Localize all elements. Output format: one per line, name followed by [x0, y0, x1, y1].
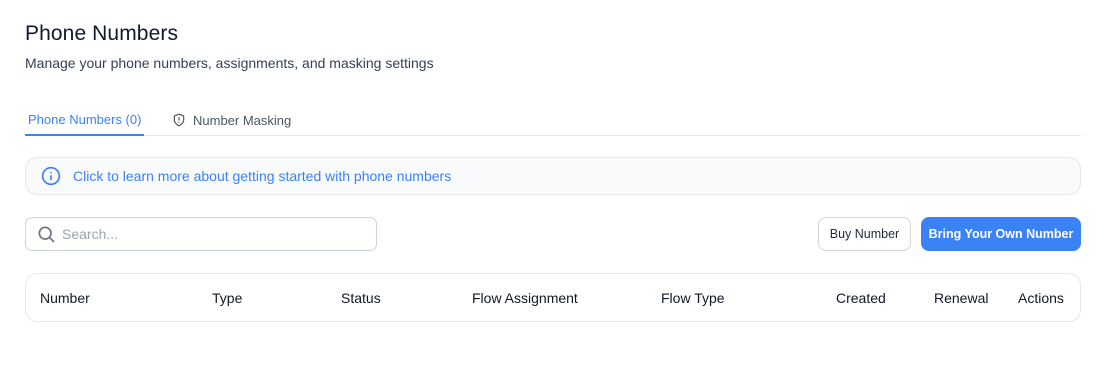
- tab-bar: Phone Numbers (0) Number Masking: [25, 104, 1081, 136]
- shield-icon: [172, 113, 186, 127]
- tab-number-masking[interactable]: Number Masking: [172, 104, 291, 136]
- getting-started-banner[interactable]: Click to learn more about getting starte…: [25, 157, 1081, 195]
- search-input[interactable]: [62, 226, 376, 242]
- column-header-flow-assignment[interactable]: Flow Assignment: [472, 274, 578, 321]
- column-header-actions: Actions: [1018, 289, 1064, 306]
- banner-text: Click to learn more about getting starte…: [73, 168, 452, 184]
- column-header-flow-type[interactable]: Flow Type: [661, 274, 725, 321]
- page-subtitle: Manage your phone numbers, assignments, …: [25, 55, 434, 71]
- buy-number-button[interactable]: Buy Number: [818, 217, 911, 251]
- column-header-number[interactable]: Number: [40, 274, 90, 321]
- search-icon: [36, 224, 56, 244]
- column-header-type[interactable]: Type: [212, 274, 242, 321]
- info-icon: [41, 166, 61, 186]
- tab-label: Number Masking: [193, 112, 292, 128]
- column-header-created[interactable]: Created: [836, 274, 886, 321]
- tab-label: Phone Numbers (0): [28, 111, 142, 127]
- search-box: [25, 217, 377, 251]
- page-title: Phone Numbers: [25, 22, 179, 45]
- bring-your-own-number-button[interactable]: Bring Your Own Number: [921, 217, 1081, 251]
- tab-phone-numbers[interactable]: Phone Numbers (0): [25, 104, 145, 136]
- column-header-status[interactable]: Status: [341, 274, 381, 321]
- phone-numbers-page: Phone Numbers Manage your phone numbers,…: [0, 0, 1112, 367]
- column-header-renewal[interactable]: Renewal: [934, 274, 988, 321]
- phone-numbers-table: Number Type Status Flow Assignment Flow …: [25, 273, 1081, 322]
